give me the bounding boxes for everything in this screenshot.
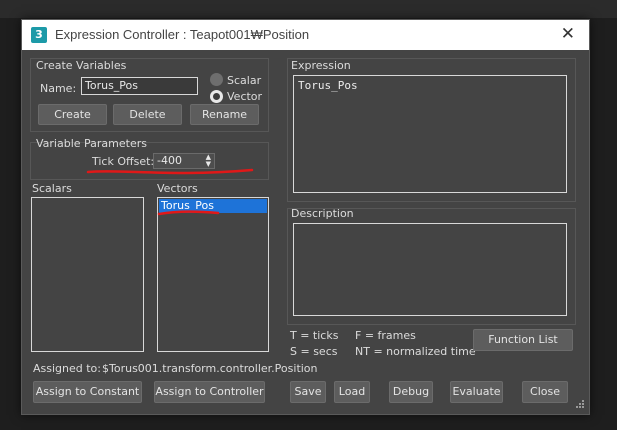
- create-variables-label: Create Variables: [36, 59, 127, 72]
- name-label: Name:: [40, 82, 77, 95]
- scalars-label: Scalars: [32, 182, 72, 195]
- close-icon[interactable]: ✕: [561, 24, 575, 44]
- scalars-list[interactable]: [31, 197, 144, 352]
- delete-button[interactable]: Delete: [113, 104, 182, 125]
- vectors-label: Vectors: [157, 182, 198, 195]
- scalar-radio-label: Scalar: [227, 74, 262, 87]
- function-list-button[interactable]: Function List: [473, 329, 573, 351]
- title-bar: 3 Expression Controller : Teapot001₩Posi…: [22, 20, 589, 50]
- expression-text: Torus_Pos: [298, 79, 358, 92]
- tick-offset-annotation: [86, 168, 254, 175]
- load-button[interactable]: Load: [334, 381, 370, 403]
- name-input[interactable]: Torus_Pos: [81, 77, 198, 95]
- scalar-radio[interactable]: [210, 73, 223, 86]
- variable-parameters-label: Variable Parameters: [36, 137, 147, 150]
- description-label: Description: [291, 207, 354, 220]
- expression-label: Expression: [291, 59, 351, 72]
- save-button[interactable]: Save: [290, 381, 326, 403]
- legend-ticks: T = ticks: [290, 329, 339, 342]
- vector-radio[interactable]: [210, 90, 223, 103]
- description-textarea[interactable]: [293, 223, 567, 316]
- debug-button[interactable]: Debug: [389, 381, 433, 403]
- legend-secs: S = secs: [290, 345, 338, 358]
- assign-to-controller-button[interactable]: Assign to Controller: [154, 381, 265, 403]
- assign-to-constant-button[interactable]: Assign to Constant: [33, 381, 142, 403]
- legend-normalized: NT = normalized time: [355, 345, 476, 358]
- close-button[interactable]: Close: [522, 381, 568, 403]
- assigned-to-value: $Torus001.transform.controller.Position: [102, 362, 318, 375]
- vector-radio-label: Vector: [227, 90, 263, 103]
- vector-annotation: [157, 210, 220, 216]
- background-strip: [0, 0, 617, 18]
- expression-controller-window: 3 Expression Controller : Teapot001₩Posi…: [21, 19, 590, 415]
- app-icon: 3: [31, 27, 47, 43]
- vectors-list[interactable]: Torus_Pos: [157, 197, 269, 352]
- window-title: Expression Controller : Teapot001₩Positi…: [55, 27, 310, 42]
- resize-grip-icon[interactable]: [573, 399, 585, 411]
- create-button[interactable]: Create: [38, 104, 107, 125]
- rename-button[interactable]: Rename: [190, 104, 259, 125]
- assigned-to-label: Assigned to:: [33, 362, 101, 375]
- expression-textarea[interactable]: Torus_Pos: [293, 75, 567, 193]
- evaluate-button[interactable]: Evaluate: [450, 381, 503, 403]
- legend-frames: F = frames: [355, 329, 416, 342]
